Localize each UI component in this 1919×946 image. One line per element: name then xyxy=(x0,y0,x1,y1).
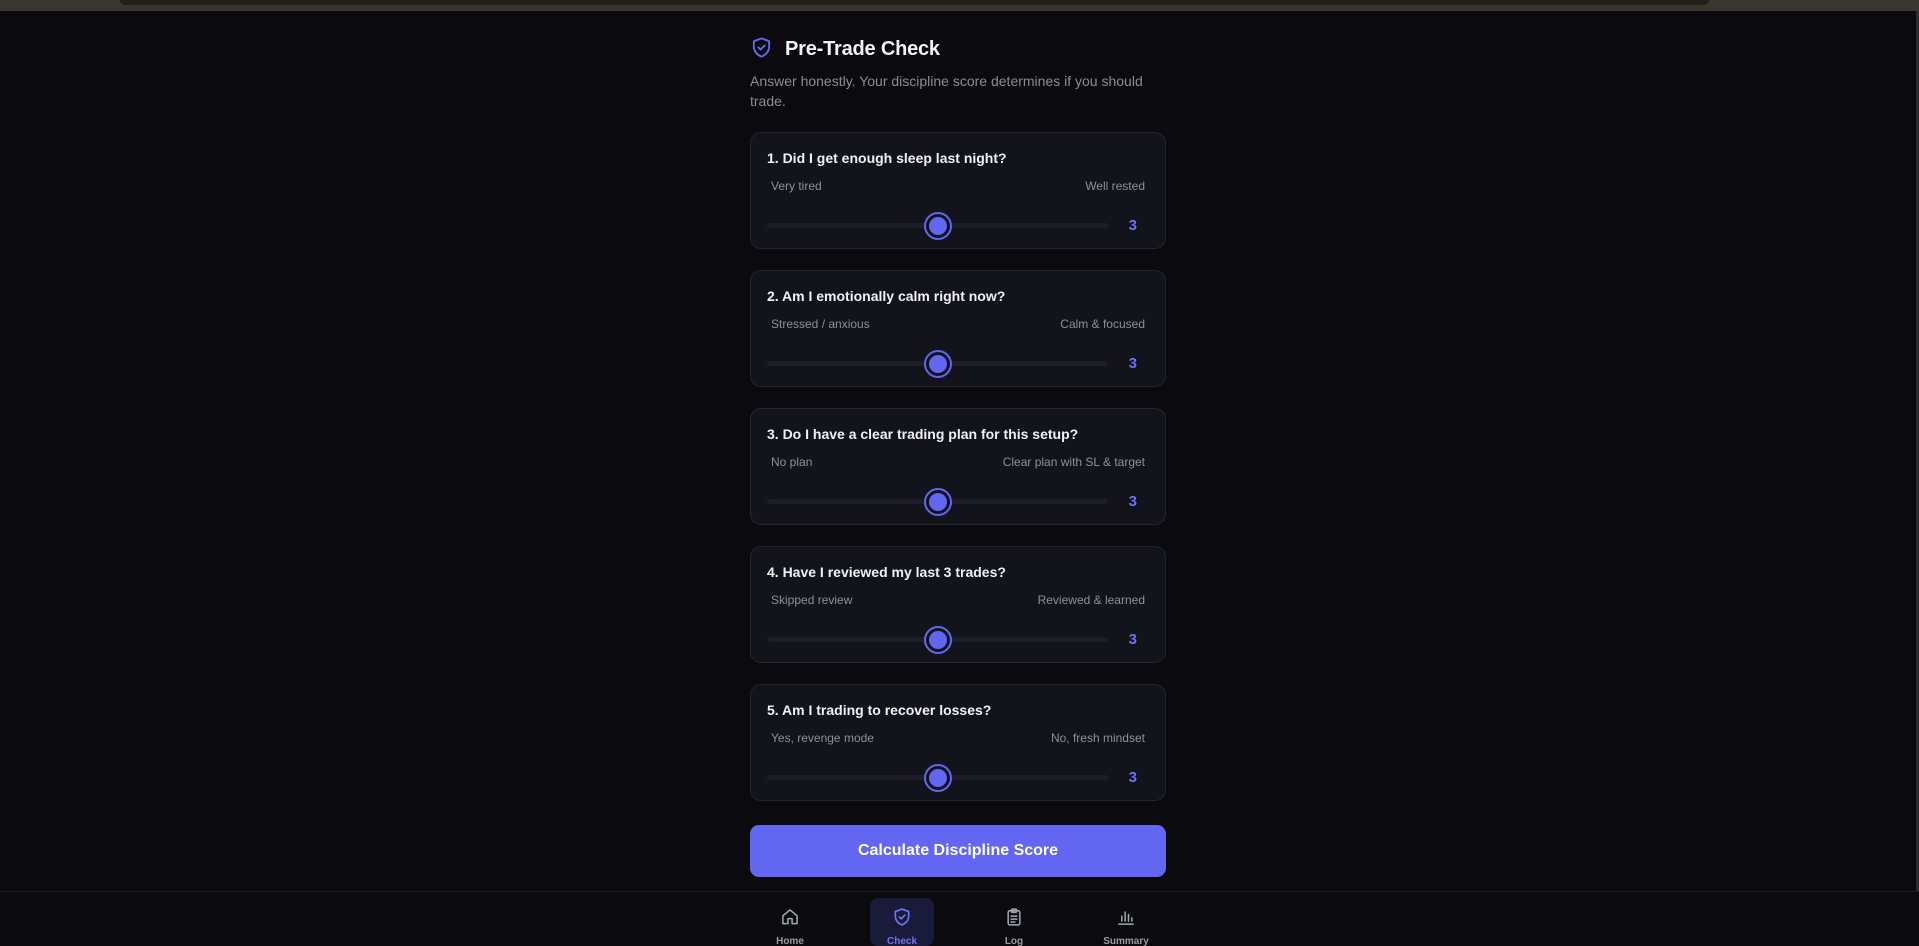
slider-thumb[interactable] xyxy=(923,764,952,792)
question-text: 5. Am I trading to recover losses? xyxy=(767,702,992,718)
question-card: 3. Do I have a clear trading plan for th… xyxy=(750,408,1166,525)
nav-item-home[interactable]: Home xyxy=(758,898,822,946)
rating-slider[interactable]: 3 xyxy=(767,625,1149,654)
scale-low-label: Skipped review xyxy=(771,593,853,607)
scale-high-label: Clear plan with SL & target xyxy=(1002,455,1145,469)
nav-label-summary: Summary xyxy=(1103,936,1149,946)
slider-thumb[interactable] xyxy=(923,488,952,516)
question-text: 2. Am I emotionally calm right now? xyxy=(767,288,1006,304)
scale-low-label: Very tired xyxy=(771,179,822,193)
shield-check-icon xyxy=(750,36,785,64)
nav-label-log: Log xyxy=(1004,936,1024,946)
scale-high-label: Well rested xyxy=(1085,179,1145,193)
clipboard-icon xyxy=(1004,907,1024,932)
slider-thumb[interactable] xyxy=(923,626,952,654)
rating-slider[interactable]: 3 xyxy=(767,349,1149,378)
question-card: 5. Am I trading to recover losses? Yes, r… xyxy=(750,684,1166,801)
rating-slider[interactable]: 3 xyxy=(767,763,1149,792)
page-subtitle: Answer honestly. Your discipline score d… xyxy=(750,73,1143,109)
question-text: 4. Have I reviewed my last 3 trades? xyxy=(767,564,1006,580)
nav-label-check: Check xyxy=(886,936,917,946)
slider-value: 3 xyxy=(1128,355,1137,372)
scale-labels: Very tired Well rested xyxy=(767,179,1149,193)
question-text: 3. Do I have a clear trading plan for th… xyxy=(767,426,1079,442)
nav-item-check[interactable]: Check xyxy=(870,898,934,946)
question-list: 1. Did I get enough sleep last night? Ver… xyxy=(750,132,1166,801)
scale-labels: Stressed / anxious Calm & focused xyxy=(767,317,1149,331)
pre-trade-check-panel: Pre-Trade Check Answer honestly. Your di… xyxy=(750,36,1166,877)
slider-value: 3 xyxy=(1128,493,1137,510)
bar-chart-icon xyxy=(1116,907,1136,932)
home-icon xyxy=(780,907,800,932)
scale-labels: No plan Clear plan with SL & target xyxy=(767,455,1149,469)
scale-high-label: Calm & focused xyxy=(1060,317,1145,331)
slider-thumb[interactable] xyxy=(923,350,952,378)
scale-labels: Yes, revenge mode No, fresh mindset xyxy=(767,731,1149,745)
question-text: 1. Did I get enough sleep last night? xyxy=(767,150,1007,166)
rating-slider[interactable]: 3 xyxy=(767,487,1149,516)
page-title: Pre-Trade Check xyxy=(785,38,940,60)
page-header: Pre-Trade Check xyxy=(750,36,1166,63)
calculate-discipline-score-button[interactable]: Calculate Discipline Score xyxy=(750,825,1166,877)
scale-labels: Skipped review Reviewed & learned xyxy=(767,593,1149,607)
slider-value: 3 xyxy=(1128,217,1137,234)
nav-item-log[interactable]: Log xyxy=(982,898,1046,946)
slider-value: 3 xyxy=(1128,631,1137,648)
shield-check-icon xyxy=(892,907,912,932)
scale-low-label: Stressed / anxious xyxy=(771,317,870,331)
question-card: 4. Have I reviewed my last 3 trades? Skip… xyxy=(750,546,1166,663)
browser-top-strip xyxy=(0,0,1919,11)
scale-high-label: Reviewed & learned xyxy=(1037,593,1145,607)
nav-item-summary[interactable]: Summary xyxy=(1094,898,1158,946)
rating-slider[interactable]: 3 xyxy=(767,211,1149,240)
slider-thumb[interactable] xyxy=(923,212,952,240)
slider-value: 3 xyxy=(1128,769,1137,786)
scale-low-label: Yes, revenge mode xyxy=(771,731,874,745)
question-card: 2. Am I emotionally calm right now? Stres… xyxy=(750,270,1166,387)
question-card: 1. Did I get enough sleep last night? Ver… xyxy=(750,132,1166,249)
scale-high-label: No, fresh mindset xyxy=(1050,731,1145,745)
nav-label-home: Home xyxy=(776,936,804,946)
bottom-nav: Home Check Log Summary xyxy=(0,891,1919,946)
scale-low-label: No plan xyxy=(771,455,813,469)
